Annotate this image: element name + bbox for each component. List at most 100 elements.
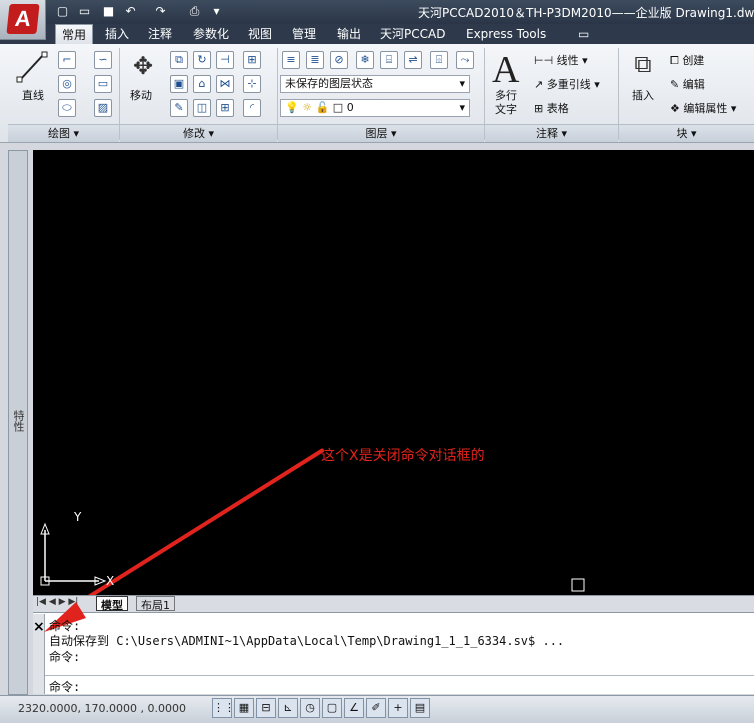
panel-title-layers[interactable]: 图层 ▾ bbox=[278, 124, 484, 142]
move-icon[interactable]: ✥ bbox=[128, 52, 158, 82]
spline-icon[interactable]: ∽ bbox=[94, 51, 112, 69]
polyline-icon[interactable]: ⌐ bbox=[58, 51, 76, 69]
mirror-icon[interactable]: ⋈ bbox=[216, 75, 234, 93]
multileader-button[interactable]: ↗ 多重引线 ▾ bbox=[534, 76, 600, 92]
chevron-down-icon: ▾ bbox=[459, 101, 465, 114]
table-button[interactable]: ⊞ 表格 bbox=[534, 100, 569, 116]
tab-insert[interactable]: 插入 bbox=[105, 24, 129, 44]
tab-tianhe-pccad[interactable]: 天河PCCAD bbox=[380, 24, 445, 44]
layer-properties-icon[interactable]: ≡ bbox=[282, 51, 300, 69]
offset-icon[interactable]: ▣ bbox=[170, 75, 188, 93]
rotate-icon[interactable]: ↻ bbox=[193, 51, 211, 69]
create-label: 创建 bbox=[682, 54, 705, 67]
hatch-icon[interactable]: ▨ bbox=[94, 99, 112, 117]
stretch-icon[interactable]: ⌂ bbox=[193, 75, 211, 93]
tab-annotate[interactable]: 注释 bbox=[148, 24, 172, 44]
layer-state-dropdown[interactable]: 未保存的图层状态 ▾ bbox=[280, 75, 470, 93]
copy-icon[interactable]: ⧉ bbox=[170, 51, 188, 69]
command-prompt[interactable]: 命令: bbox=[49, 678, 80, 695]
command-history-line: 命令: bbox=[49, 650, 81, 664]
extend-icon[interactable]: ⊹ bbox=[243, 75, 261, 93]
layer-merge-icon[interactable]: ⤳ bbox=[456, 51, 474, 69]
autocad-logo-icon: A bbox=[6, 4, 40, 34]
edit-block-button[interactable]: ✎ 编辑 bbox=[670, 76, 705, 92]
tab-parametric[interactable]: 参数化 bbox=[193, 24, 229, 44]
edit-attributes-button[interactable]: ❖ 编辑属性 ▾ bbox=[670, 100, 736, 116]
scale-icon[interactable]: ◫ bbox=[193, 99, 211, 117]
layer-match-icon[interactable]: ⇌ bbox=[404, 51, 422, 69]
create-block-icon: ⧠ bbox=[670, 54, 679, 67]
coordinates-readout[interactable]: 2320.0000, 170.0000 , 0.0000 bbox=[18, 702, 186, 715]
tab-home[interactable]: 常用 bbox=[55, 24, 94, 44]
grid-display-icon[interactable]: ⊟ bbox=[256, 698, 276, 718]
ucs-icon bbox=[40, 522, 107, 586]
dynamic-input-icon[interactable]: + bbox=[388, 698, 408, 718]
layer-lock-icon[interactable]: ⌸ bbox=[380, 51, 398, 69]
object-snap-tracking-icon[interactable]: ∠ bbox=[344, 698, 364, 718]
line-icon[interactable] bbox=[14, 50, 50, 84]
insert-label: 插入 bbox=[632, 89, 654, 102]
linear-dimension-icon: ⊢⊣ bbox=[534, 54, 554, 67]
match-properties-icon[interactable]: ✎ bbox=[170, 99, 188, 117]
lightbulb-icon: 💡 bbox=[285, 101, 299, 114]
panel-title-modify[interactable]: 修改 ▾ bbox=[120, 124, 277, 142]
tab-manage[interactable]: 管理 bbox=[292, 24, 316, 44]
object-snap-icon[interactable]: ▢ bbox=[322, 698, 342, 718]
layer-value: 0 bbox=[346, 101, 354, 114]
viewport-cursor-box bbox=[571, 578, 585, 592]
panel-title-annotation[interactable]: 注释 ▾ bbox=[485, 124, 618, 142]
undo-icon[interactable]: ↶ bbox=[122, 3, 139, 20]
multiline-text-icon[interactable]: A bbox=[492, 48, 519, 92]
edit-attributes-icon: ❖ bbox=[670, 102, 680, 115]
properties-label: 特性 bbox=[12, 410, 25, 432]
open-icon[interactable]: ▭ bbox=[76, 3, 93, 20]
ellipse-icon[interactable]: ⬭ bbox=[58, 99, 76, 117]
infer-constraints-icon[interactable]: ⋮⋮ bbox=[212, 698, 235, 718]
snap-mode-icon[interactable]: ▦ bbox=[234, 698, 254, 718]
table-label: 表格 bbox=[546, 102, 569, 115]
ortho-mode-icon[interactable]: ⊾ bbox=[278, 698, 298, 718]
layer-state-value: 未保存的图层状态 bbox=[285, 77, 373, 90]
redo-icon[interactable]: ↷ bbox=[152, 3, 169, 20]
save-icon[interactable]: ■ bbox=[100, 3, 117, 20]
linear-dimension-button[interactable]: ⊢⊣ 线性 ▾ bbox=[534, 52, 588, 68]
polar-tracking-icon[interactable]: ◷ bbox=[300, 698, 320, 718]
panel-title-draw[interactable]: 绘图 ▾ bbox=[8, 124, 119, 142]
layer-off-icon[interactable]: ⊘ bbox=[330, 51, 348, 69]
chevron-down-icon[interactable]: ▾ bbox=[208, 3, 225, 20]
insert-block-icon[interactable]: ⧉ bbox=[626, 50, 660, 84]
layer-dropdown[interactable]: 💡 ☼ 🔓 □ 0 ▾ bbox=[280, 99, 470, 117]
trim-icon[interactable]: ⊣ bbox=[216, 51, 234, 69]
tab-express-tools[interactable]: Express Tools bbox=[466, 24, 546, 44]
panel-title-block[interactable]: 块 ▾ bbox=[619, 124, 754, 142]
lineweight-icon[interactable]: ▤ bbox=[410, 698, 430, 718]
tab-output[interactable]: 输出 bbox=[337, 24, 361, 44]
circle-icon[interactable]: ◎ bbox=[58, 75, 76, 93]
annotation-arrow-shaft bbox=[87, 448, 325, 595]
dynamic-ucs-icon[interactable]: ✐ bbox=[366, 698, 386, 718]
tab-model[interactable]: 模型 bbox=[96, 596, 128, 612]
application-menu-button[interactable]: A bbox=[0, 0, 46, 40]
print-icon[interactable]: ⎙ bbox=[186, 3, 203, 20]
layer-freeze-icon[interactable]: ❄ bbox=[356, 51, 374, 69]
create-block-button[interactable]: ⧠ 创建 bbox=[670, 52, 704, 68]
array-icon[interactable]: ⊞ bbox=[216, 99, 234, 117]
move-label: 移动 bbox=[130, 89, 152, 102]
tab-layout1[interactable]: 布局1 bbox=[136, 596, 175, 612]
edit-block-icon: ✎ bbox=[670, 78, 680, 91]
linear-label: 线性 bbox=[556, 54, 579, 67]
command-window bbox=[33, 612, 754, 694]
multileader-label: 多重引线 bbox=[546, 78, 591, 91]
canvas-overlay bbox=[40, 448, 585, 595]
layer-isolate-icon[interactable]: ≣ bbox=[306, 51, 324, 69]
line-label: 直线 bbox=[22, 89, 44, 102]
explode-icon[interactable]: ⊞ bbox=[243, 51, 261, 69]
chevron-down-icon: ▾ bbox=[459, 77, 465, 90]
tab-view[interactable]: 视图 bbox=[248, 24, 272, 44]
new-icon[interactable]: ▢ bbox=[54, 3, 71, 20]
unlock-icon: 🔓 bbox=[315, 101, 330, 114]
fillet-icon[interactable]: ◜ bbox=[243, 99, 261, 117]
layer-walk-icon[interactable]: ⌹ bbox=[430, 51, 448, 69]
tab-overflow-icon[interactable]: ▭ bbox=[578, 24, 589, 44]
rectangle-icon[interactable]: ▭ bbox=[94, 75, 112, 93]
